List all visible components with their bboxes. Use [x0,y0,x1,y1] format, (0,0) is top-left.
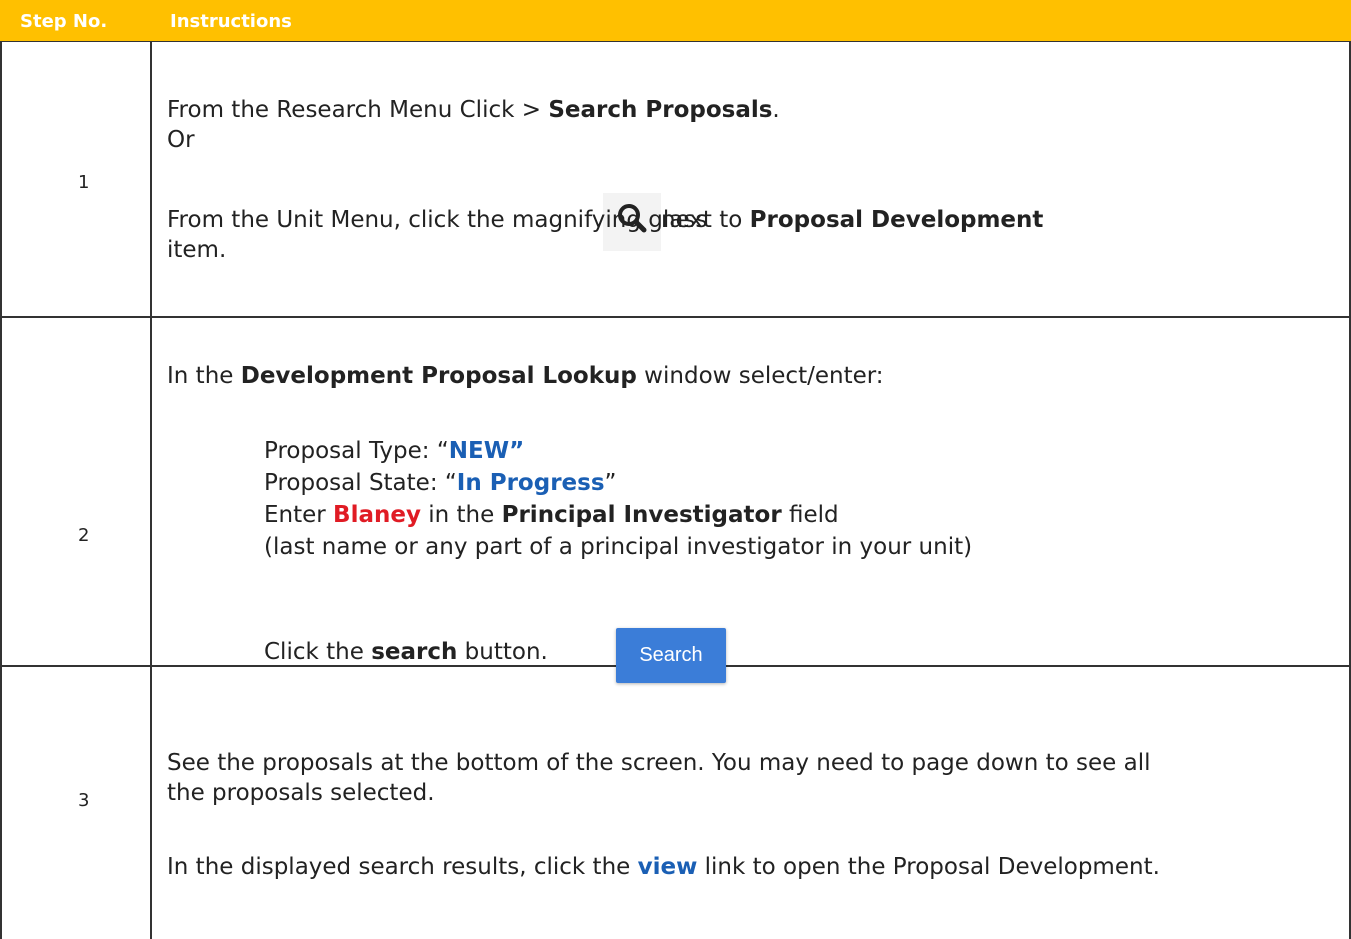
button-word: button. [457,639,548,665]
step1-line3-b: next to Proposal Development [661,206,1043,235]
proposal-development-label: Proposal Development [749,207,1044,233]
row-divider-1 [0,316,1351,318]
lookup-window-label: Development Proposal Lookup [240,363,637,389]
step1-line4: item. [167,237,227,263]
step1-unit-menu-text: From the Unit Menu, click the magnifying… [167,207,708,233]
step3-results-text: In the displayed search results, click t… [167,854,638,880]
step2-select-enter: window select/enter: [636,363,884,389]
header-step-no: Step No. [20,11,108,32]
step1-line3: From the Unit Menu, click the magnifying… [167,206,707,235]
proposal-state-value: In Progress [456,470,605,496]
instructions-table: Step No. Instructions 1 From the Researc… [0,0,1351,939]
step-number-2: 2 [78,525,90,546]
step2-click-line: Click the search button. [264,638,548,667]
table-header: Step No. Instructions [0,0,1351,42]
pi-field-label: Principal Investigator [501,502,782,528]
step2-in-the: In the [167,363,241,389]
step-number-3: 3 [78,790,90,811]
pi-enter: Enter [264,502,334,528]
proposal-type-value: NEW” [448,438,525,464]
proposal-type-label: Proposal Type: “ [264,438,449,464]
step3-line1: See the proposals at the bottom of the s… [167,750,1151,776]
pi-line: Enter Blaney in the Principal Investigat… [264,501,839,530]
step1-or: Or [167,127,195,153]
proposal-state-line: Proposal State: “In Progress” [264,469,616,498]
view-link[interactable]: view [638,854,698,880]
step1-text: From the Research Menu Click > [167,97,549,123]
step1-next-to: next to [661,207,750,233]
pi-in-the: in the [420,502,502,528]
search-word: search [371,639,458,665]
proposal-state-quote: ” [604,470,617,496]
pi-note: (last name or any part of a principal in… [264,534,973,560]
search-button[interactable]: Search [616,628,726,683]
step3-open-text: link to open the Proposal Development. [697,854,1160,880]
proposal-type-line: Proposal Type: “NEW” [264,437,524,466]
column-divider [150,42,152,939]
search-proposals-label: Search Proposals [548,97,773,123]
step-number-1: 1 [78,172,90,193]
click-the: Click the [264,639,372,665]
step1-line1: From the Research Menu Click > Search Pr… [167,96,780,125]
step1-period: . [772,97,780,123]
step3-line3: In the displayed search results, click t… [167,853,1160,882]
proposal-state-label: Proposal State: “ [264,470,457,496]
pi-field-word: field [781,502,839,528]
header-instructions: Instructions [170,11,292,32]
pi-name: Blaney [333,502,421,528]
left-border [0,42,2,939]
step3-line2: the proposals selected. [167,780,435,806]
step2-intro: In the Development Proposal Lookup windo… [167,362,884,391]
